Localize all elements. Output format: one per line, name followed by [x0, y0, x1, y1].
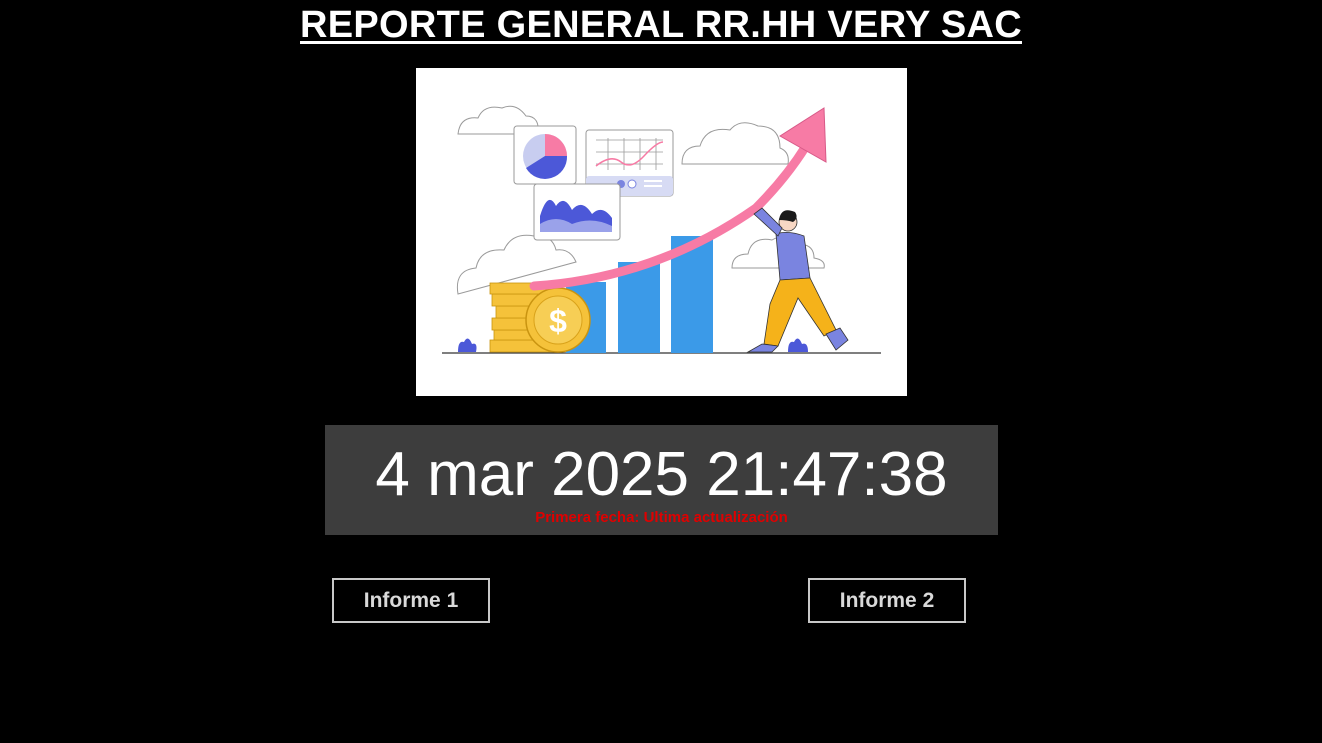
- report-2-button[interactable]: Informe 2: [808, 578, 966, 623]
- report-page: REPORTE GENERAL RR.HH VERY SAC $ 4 mar 2…: [0, 0, 1322, 743]
- area-chart-card: [533, 183, 621, 241]
- update-note: Primera fecha: Ultima actualización: [535, 509, 788, 526]
- current-datetime: 4 mar 2025 21:47:38: [375, 440, 948, 509]
- page-title: REPORTE GENERAL RR.HH VERY SAC: [300, 4, 1022, 46]
- person-pushing-illustration: [746, 207, 849, 353]
- datetime-panel: 4 mar 2025 21:47:38 Primera fecha: Ultim…: [325, 425, 998, 535]
- growth-bars: [566, 236, 713, 353]
- report-1-button[interactable]: Informe 1: [332, 578, 490, 623]
- coin-stack-icon: $: [489, 282, 591, 353]
- svg-text:$: $: [549, 303, 567, 339]
- growth-illustration: $: [416, 68, 907, 396]
- pie-chart-card: [513, 125, 577, 185]
